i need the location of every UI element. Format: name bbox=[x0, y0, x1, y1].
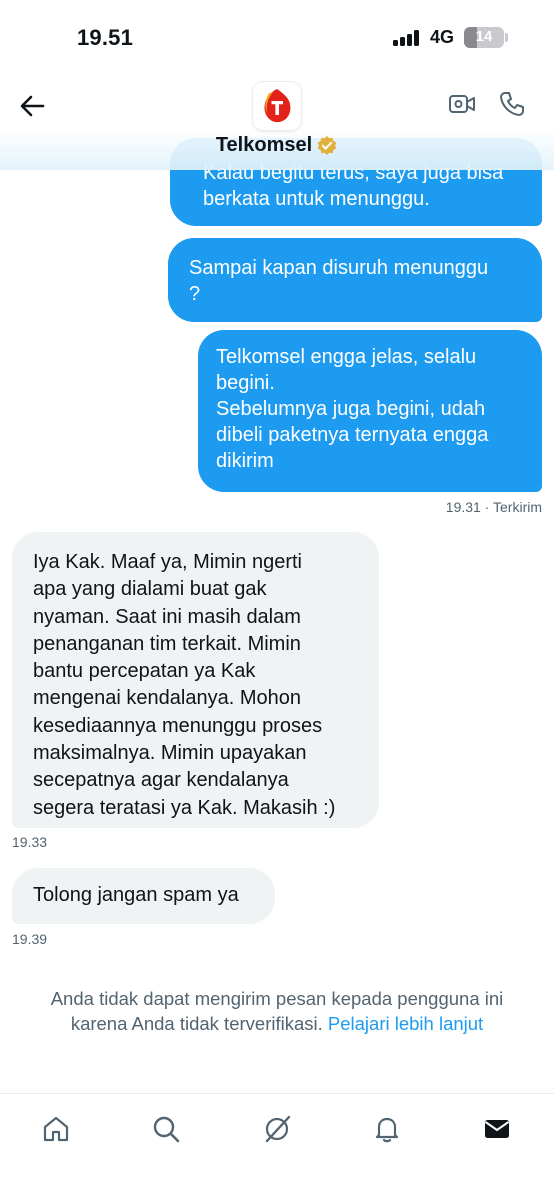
message-timestamp: 19.33 bbox=[12, 834, 48, 850]
message-bubble-received[interactable]: Tolong jangan spam ya bbox=[12, 868, 275, 924]
notice-line-2: karena Anda tidak terverifikasi. Pelajar… bbox=[0, 1011, 554, 1036]
cellular-signal-icon bbox=[393, 30, 421, 46]
message-bubble-sent[interactable]: Telkomsel engga jelas, selalu begini. Se… bbox=[198, 330, 542, 492]
message-timestamp: 19.39 bbox=[12, 931, 48, 947]
telkomsel-avatar[interactable] bbox=[253, 82, 301, 130]
contact-name-row[interactable]: Telkomsel bbox=[0, 134, 554, 157]
search-icon[interactable] bbox=[151, 1114, 181, 1144]
battery-tip bbox=[505, 33, 508, 42]
status-bar: 19.51 4G 14 bbox=[0, 0, 554, 78]
home-icon[interactable] bbox=[41, 1114, 71, 1144]
video-camera-icon[interactable] bbox=[448, 92, 476, 116]
notice-line-2-text: karena Anda tidak terverifikasi. bbox=[70, 1013, 323, 1034]
verified-badge-icon bbox=[317, 135, 337, 155]
battery-level: 14 bbox=[475, 28, 493, 45]
telkomsel-logo bbox=[264, 89, 291, 123]
learn-more-link[interactable]: Pelajari lebih lanjut bbox=[328, 1013, 483, 1034]
bell-icon[interactable] bbox=[372, 1114, 402, 1144]
status-time: 19.51 bbox=[77, 25, 134, 50]
conversation-header: Telkomsel bbox=[0, 78, 554, 170]
network-type: 4G bbox=[430, 27, 455, 47]
phone-icon[interactable] bbox=[498, 90, 526, 118]
message-bubble-sent[interactable]: Sampai kapan disuruh menunggu ? bbox=[168, 238, 542, 322]
cannot-message-notice: Anda tidak dapat mengirim pesan kepada p… bbox=[0, 986, 554, 1036]
bottom-navigation bbox=[0, 1093, 554, 1200]
battery-icon: 14 bbox=[464, 27, 504, 48]
arrow-left-icon[interactable] bbox=[18, 92, 46, 120]
grok-icon[interactable] bbox=[262, 1114, 292, 1144]
notice-line-1: Anda tidak dapat mengirim pesan kepada p… bbox=[50, 988, 504, 1009]
contact-name: Telkomsel bbox=[215, 134, 313, 157]
message-bubble-received[interactable]: Iya Kak. Maaf ya, Mimin ngerti apa yang … bbox=[12, 532, 379, 828]
mail-icon[interactable] bbox=[482, 1114, 512, 1144]
message-sent-status: 19.31 · Terkirim bbox=[445, 499, 542, 515]
